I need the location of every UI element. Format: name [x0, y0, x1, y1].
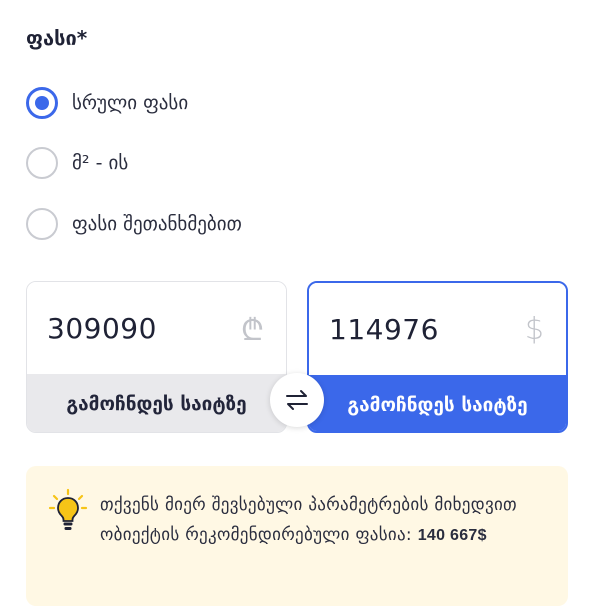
radio-option-per-sqm[interactable]: მ² - ის: [26, 146, 128, 180]
swap-arrows-icon: [286, 390, 308, 410]
radio-button-full-price[interactable]: [26, 87, 58, 119]
dollar-icon: $: [524, 311, 544, 347]
lightbulb-icon: [48, 488, 88, 530]
show-on-site-button-gel[interactable]: გამოჩნდეს საიტზე: [27, 374, 286, 432]
radio-label-per-sqm: მ² - ის: [72, 152, 129, 174]
price-section-title: ფასი*: [26, 26, 88, 50]
radio-option-full-price[interactable]: სრული ფასი: [26, 86, 188, 120]
lari-icon: ₾: [240, 312, 264, 348]
price-input-usd[interactable]: 114976 $: [309, 283, 566, 375]
recommended-price: 140 667$: [417, 527, 487, 544]
show-on-site-button-usd[interactable]: გამოჩნდეს საიტზე: [309, 375, 566, 431]
price-card-usd: 114976 $ გამოჩნდეს საიტზე: [307, 281, 568, 433]
radio-label-full-price: სრული ფასი: [72, 92, 189, 114]
swap-currency-button[interactable]: [270, 373, 324, 427]
price-value-gel[interactable]: 309090: [47, 312, 157, 345]
radio-button-negotiable[interactable]: [26, 208, 58, 240]
radio-label-negotiable: ფასი შეთანხმებით: [72, 213, 242, 235]
recommendation-text: თქვენს მიერ შევსებული პარამეტრების მიხედ…: [100, 490, 548, 551]
radio-button-per-sqm[interactable]: [26, 147, 58, 179]
price-card-gel: 309090 ₾ გამოჩნდეს საიტზე: [26, 281, 287, 433]
radio-option-negotiable[interactable]: ფასი შეთანხმებით: [26, 207, 242, 241]
price-recommendation-box: თქვენს მიერ შევსებული პარამეტრების მიხედ…: [26, 466, 568, 606]
price-value-usd[interactable]: 114976: [329, 313, 439, 346]
price-input-gel[interactable]: 309090 ₾: [27, 282, 286, 374]
